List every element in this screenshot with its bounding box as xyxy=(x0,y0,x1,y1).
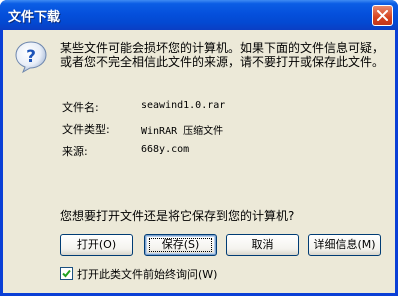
file-name-row: 文件名: seawind1.0.rar xyxy=(62,99,362,121)
file-type-value: WinRAR 压缩文件 xyxy=(141,126,224,137)
checkmark-icon xyxy=(62,269,71,278)
file-source-label: 来源: xyxy=(62,145,88,158)
open-button-label: 打开(O) xyxy=(76,238,117,251)
close-icon xyxy=(377,10,388,21)
file-name-label: 文件名: xyxy=(62,101,99,114)
details-button-label: 详细信息(M) xyxy=(313,238,376,251)
title-bar[interactable]: 文件下载 xyxy=(0,0,398,30)
svg-text:?: ? xyxy=(26,47,36,67)
file-type-label: 文件类型: xyxy=(62,123,110,136)
open-button[interactable]: 打开(O) xyxy=(60,234,133,256)
details-button[interactable]: 详细信息(M) xyxy=(308,234,381,256)
file-source-value: 668y.com xyxy=(141,144,190,155)
file-name-value: seawind1.0.rar xyxy=(141,100,226,111)
save-button-label: 保存(S) xyxy=(161,238,200,251)
window-title: 文件下载 xyxy=(8,10,61,25)
always-ask-label: 打开此类文件前始终询问(W) xyxy=(77,268,218,281)
close-button[interactable] xyxy=(372,5,393,26)
always-ask-checkbox[interactable] xyxy=(60,267,73,280)
file-type-row: 文件类型: WinRAR 压缩文件 xyxy=(62,121,362,143)
warning-message: 某些文件可能会损坏您的计算机。如果下面的文件信息可疑，或者您不完全相信此文件的来… xyxy=(60,41,385,69)
dialog-body: ? 某些文件可能会损坏您的计算机。如果下面的文件信息可疑，或者您不完全相信此文件… xyxy=(3,30,395,293)
file-download-dialog: 文件下载 ? 某些文件可能会损坏您的计算机。如果下面的文件信息可疑，或者您不完全… xyxy=(0,0,398,296)
cancel-button[interactable]: 取消 xyxy=(226,234,299,256)
question-icon: ? xyxy=(15,41,47,74)
question-text: 您想要打开文件还是将它保存到您的计算机? xyxy=(60,209,295,223)
save-button[interactable]: 保存(S) xyxy=(144,234,217,256)
file-source-row: 来源: 668y.com xyxy=(62,143,362,165)
cancel-button-label: 取消 xyxy=(251,238,274,251)
file-details: 文件名: seawind1.0.rar 文件类型: WinRAR 压缩文件 来源… xyxy=(62,99,362,165)
